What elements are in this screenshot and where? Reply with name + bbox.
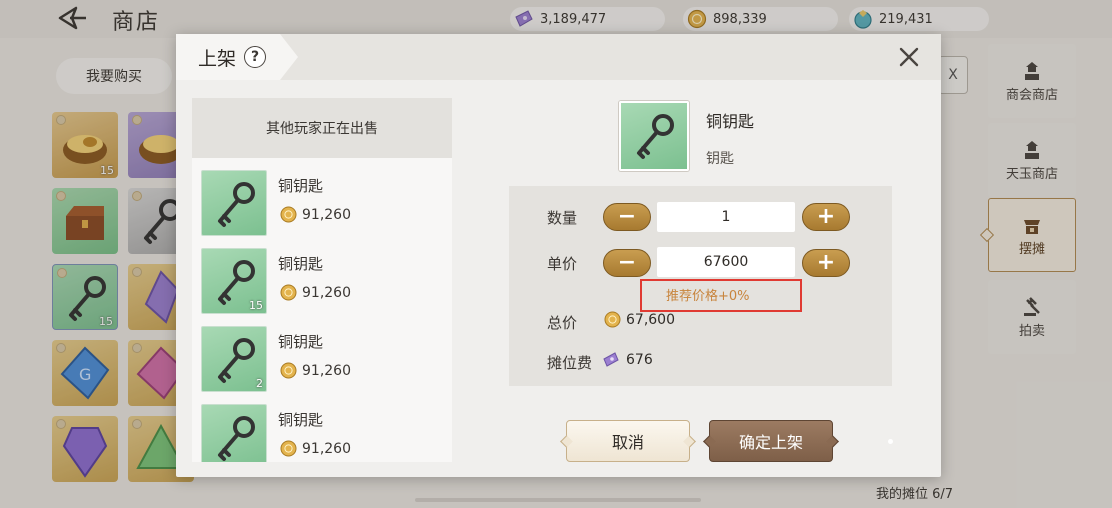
gold-coin-icon xyxy=(280,284,297,301)
dialog-title: 上架 xyxy=(198,48,237,70)
price-value: 91,260 xyxy=(302,206,351,223)
price-value: 91,260 xyxy=(302,440,351,457)
total-price-label: 总价 xyxy=(547,314,578,332)
stall-fee: 676 xyxy=(602,351,653,369)
item-count: 15 xyxy=(249,299,263,312)
quantity-decrease-button[interactable]: − xyxy=(603,203,651,231)
item-name: 铜钥匙 xyxy=(278,411,324,429)
item-thumbnail xyxy=(201,404,267,462)
list-item[interactable]: 铜钥匙 91,260 xyxy=(192,398,452,462)
gold-coin-icon xyxy=(604,311,621,328)
key-icon xyxy=(218,416,255,461)
item-thumbnail: 15 xyxy=(201,248,267,314)
dialog-header: 上架 ? xyxy=(176,34,941,80)
other-sellers-list[interactable]: 其他玩家正在出售 铜钥匙 91,260 15 铜钥匙 91,260 2 铜钥匙 … xyxy=(192,98,452,462)
decorative-dot xyxy=(888,439,893,444)
selected-item-thumbnail xyxy=(619,101,689,171)
gold-coin-icon xyxy=(280,440,297,457)
minus-icon: − xyxy=(617,250,637,275)
item-price: 91,260 xyxy=(280,284,351,301)
unit-price-input[interactable]: 67600 xyxy=(657,247,795,277)
quantity-input[interactable]: 1 xyxy=(657,202,795,232)
minus-icon: − xyxy=(617,204,637,229)
gold-coin-icon xyxy=(280,362,297,379)
selected-item-name: 铜钥匙 xyxy=(706,112,755,131)
price-value: 91,260 xyxy=(302,362,351,379)
quantity-increase-button[interactable]: + xyxy=(802,203,850,231)
quantity-label: 数量 xyxy=(547,209,578,227)
stall-fee-value: 676 xyxy=(626,352,653,368)
total-price-value: 67,600 xyxy=(626,311,675,328)
price-value: 91,260 xyxy=(302,284,351,301)
key-icon xyxy=(218,182,255,227)
unit-price-label: 单价 xyxy=(547,255,578,273)
price-decrease-button[interactable]: − xyxy=(603,249,651,277)
help-button[interactable]: ? xyxy=(244,46,266,68)
plus-icon: + xyxy=(816,204,836,229)
item-thumbnail: 2 xyxy=(201,326,267,392)
item-name: 铜钥匙 xyxy=(278,255,324,273)
plus-icon: + xyxy=(816,250,836,275)
item-price: 91,260 xyxy=(280,362,351,379)
list-item[interactable]: 15 铜钥匙 91,260 xyxy=(192,242,452,320)
dialog-title-tab xyxy=(176,34,298,80)
close-icon[interactable] xyxy=(896,44,922,70)
total-price: 67,600 xyxy=(604,311,675,328)
item-price: 91,260 xyxy=(280,206,351,223)
selected-item-type: 钥匙 xyxy=(706,151,734,167)
price-increase-button[interactable]: + xyxy=(802,249,850,277)
key-icon xyxy=(637,114,674,159)
item-count: 2 xyxy=(256,377,263,390)
gold-coin-icon xyxy=(280,206,297,223)
item-name: 铜钥匙 xyxy=(278,177,324,195)
listing-dialog: 上架 ? 其他玩家正在出售 铜钥匙 91,260 15 铜钥匙 91,260 2… xyxy=(176,34,941,477)
list-item[interactable]: 2 铜钥匙 91,260 xyxy=(192,320,452,398)
confirm-listing-button[interactable]: 确定上架 xyxy=(709,420,833,462)
item-price: 91,260 xyxy=(280,440,351,457)
item-thumbnail xyxy=(201,170,267,236)
list-header: 其他玩家正在出售 xyxy=(192,98,452,158)
cancel-button[interactable]: 取消 xyxy=(566,420,690,462)
item-name: 铜钥匙 xyxy=(278,333,324,351)
purple-ticket-icon xyxy=(603,352,619,367)
stall-fee-label: 摊位费 xyxy=(547,354,593,372)
recommended-price-hint: 推荐价格+0% xyxy=(666,289,750,304)
list-item[interactable]: 铜钥匙 91,260 xyxy=(192,164,452,242)
